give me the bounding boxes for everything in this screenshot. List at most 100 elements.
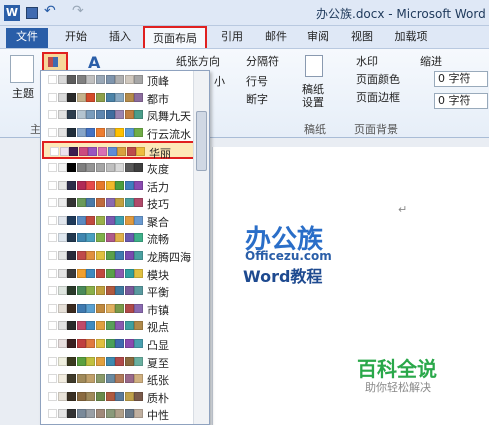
color-swatch	[96, 233, 105, 243]
themes-button[interactable]	[10, 55, 34, 83]
theme-color-option[interactable]: 纸张	[42, 370, 192, 388]
theme-color-option[interactable]: 夏至	[42, 353, 192, 371]
color-swatch	[67, 286, 77, 296]
color-swatch	[67, 268, 77, 278]
color-swatch	[115, 233, 125, 243]
color-swatch	[69, 147, 79, 157]
theme-color-option[interactable]: 流畅	[42, 229, 192, 247]
tab-references[interactable]: 引用	[212, 28, 252, 48]
theme-color-option[interactable]: 活力	[42, 177, 192, 195]
color-swatch	[86, 356, 96, 366]
color-swatch	[126, 147, 136, 157]
watermark-button[interactable]: 水印	[356, 53, 378, 69]
hyphenation-button[interactable]: 断字	[246, 91, 268, 107]
color-swatch	[57, 163, 67, 172]
color-swatch	[134, 110, 144, 120]
theme-color-option[interactable]: 凸显	[42, 335, 192, 353]
color-swatch	[57, 75, 67, 84]
draft-settings-label[interactable]: 稿纸 设置	[302, 83, 324, 109]
theme-color-option[interactable]: 视点	[42, 317, 192, 335]
palette-icon	[48, 57, 58, 67]
theme-color-option[interactable]: 中性	[42, 405, 192, 423]
color-swatch	[124, 356, 134, 366]
color-swatch	[57, 321, 67, 331]
save-icon[interactable]	[26, 7, 38, 19]
tab-view[interactable]: 视图	[342, 28, 382, 48]
theme-colors-gallery[interactable]: 顶峰 都市 凤舞九天 行云流水 华丽 灰度 活力 技巧 聚合 流畅 龙腾四海 模块平衡 市镇 视点凸显 夏至…	[40, 70, 210, 425]
theme-color-option[interactable]: 市镇	[42, 300, 192, 318]
color-swatch	[105, 180, 115, 190]
word-app-icon[interactable]: W	[4, 5, 20, 21]
color-swatch	[96, 75, 105, 84]
color-swatch	[124, 127, 134, 137]
tab-mailings[interactable]: 邮件	[256, 28, 296, 48]
theme-color-label: 平衡	[147, 286, 169, 300]
page-border-button[interactable]: 页面边框	[356, 89, 400, 105]
color-swatch	[86, 215, 96, 225]
color-swatch	[67, 92, 77, 102]
color-swatch	[115, 303, 125, 313]
theme-color-option[interactable]: 质朴	[42, 388, 192, 406]
color-swatch	[134, 215, 144, 225]
tab-review[interactable]: 审阅	[298, 28, 338, 48]
theme-color-option[interactable]: 都市	[42, 89, 192, 107]
color-swatch	[86, 303, 96, 313]
color-swatch	[105, 215, 115, 225]
theme-color-label: 凸显	[147, 339, 169, 352]
color-swatch	[67, 110, 77, 120]
color-swatch	[86, 339, 96, 348]
theme-color-option[interactable]: 顶峰	[42, 71, 192, 89]
color-swatch	[76, 251, 86, 260]
theme-color-option[interactable]: 凤舞九天	[42, 106, 192, 124]
page-color-button[interactable]: 页面颜色	[356, 71, 400, 87]
theme-color-option[interactable]: 聚合	[42, 212, 192, 230]
color-swatch	[105, 409, 115, 419]
theme-color-option[interactable]: 模块	[42, 265, 192, 283]
color-swatch	[57, 268, 67, 278]
tab-home[interactable]: 开始	[56, 28, 96, 48]
color-swatch	[134, 92, 144, 102]
tab-page-layout[interactable]: 页面布局	[143, 26, 207, 50]
color-swatch	[57, 286, 67, 296]
theme-color-option[interactable]: 华丽	[42, 141, 199, 160]
color-swatch	[48, 303, 57, 313]
theme-color-label: 质朴	[147, 391, 169, 405]
color-swatch	[96, 303, 105, 313]
indent-left-field[interactable]: 0 字符	[434, 71, 488, 87]
draft-settings-icon[interactable]	[305, 55, 323, 77]
document-page[interactable]: ↵ 办公族 Officezu.com Word教程 百科全说 助你轻松解决	[212, 147, 489, 425]
theme-colors-button[interactable]	[42, 52, 68, 72]
color-swatch	[124, 233, 134, 243]
gallery-scrollbar[interactable]	[193, 71, 209, 424]
theme-color-option[interactable]: 行云流水	[42, 124, 192, 142]
theme-color-option[interactable]: 龙腾四海	[42, 247, 192, 265]
theme-color-label: 纸张	[147, 374, 169, 388]
separator-button[interactable]: 分隔符	[246, 53, 279, 69]
color-swatch	[96, 409, 105, 419]
undo-icon[interactable]: ↶	[44, 3, 56, 19]
logo-url: Officezu.com	[245, 249, 332, 263]
color-swatch	[96, 356, 105, 366]
color-swatch	[76, 163, 86, 172]
indent-right-field[interactable]: 0 字符	[434, 93, 488, 109]
color-swatch	[67, 233, 77, 243]
tab-addins[interactable]: 加载项	[386, 28, 436, 48]
color-swatch	[48, 180, 57, 190]
color-swatch	[96, 321, 105, 331]
tab-insert[interactable]: 插入	[100, 28, 140, 48]
theme-color-option[interactable]: 平衡	[42, 282, 192, 300]
color-swatch	[67, 75, 77, 84]
size-button[interactable]: 小	[214, 73, 225, 89]
paper-direction-button[interactable]: 纸张方向	[176, 53, 220, 69]
redo-icon[interactable]: ↷	[72, 3, 84, 19]
color-swatch	[86, 251, 96, 260]
tab-file[interactable]: 文件	[6, 28, 48, 48]
theme-color-option[interactable]: 灰度	[42, 159, 192, 177]
brand-watermark: 百科全说	[357, 357, 437, 381]
scroll-thumb[interactable]	[196, 111, 207, 171]
color-swatch	[115, 110, 125, 120]
theme-color-option[interactable]: 技巧	[42, 194, 192, 212]
color-swatch	[96, 163, 105, 172]
line-number-button[interactable]: 行号	[246, 73, 268, 89]
color-swatch	[48, 198, 57, 208]
